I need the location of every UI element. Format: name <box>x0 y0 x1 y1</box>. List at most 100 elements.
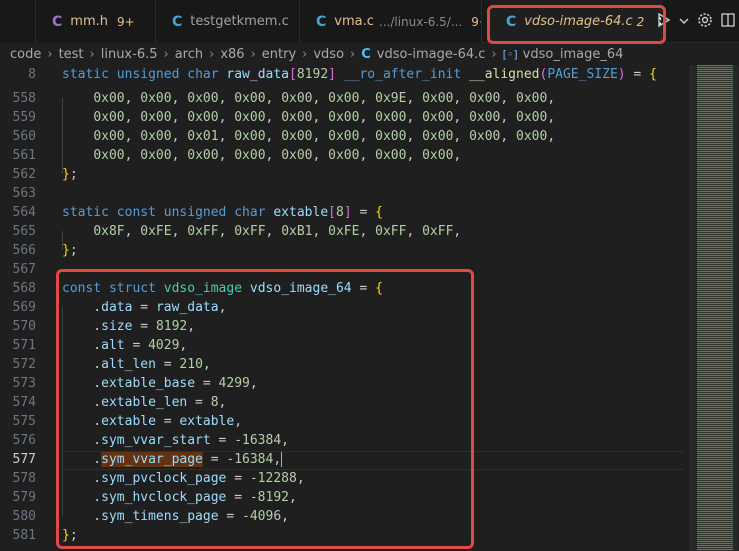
line-number: 565 <box>12 224 36 239</box>
code-line[interactable]: 564 static const unsigned char extable[8]… <box>0 203 686 222</box>
chevron-down-icon[interactable] <box>679 14 689 30</box>
c-file-icon: C <box>506 13 517 30</box>
code-line[interactable]: 580 .sym_timens_page = -4096, <box>0 507 686 526</box>
line-code: 0x00, 0x00, 0x00, 0x00, 0x00, 0x00, 0x00… <box>93 148 462 163</box>
line-code: }; <box>62 243 78 258</box>
breadcrumb-item[interactable]: code <box>10 47 41 62</box>
tab-testgetkmem-c[interactable]: C testgetkmem.c <box>156 0 300 43</box>
line-number: 573 <box>12 376 36 391</box>
symbol-variable-icon: [◦] <box>502 47 518 61</box>
line-number: 579 <box>12 490 36 505</box>
line-number: 567 <box>12 262 36 277</box>
code-line[interactable]: 579 .sym_hvclock_page = -8192, <box>0 488 686 507</box>
breadcrumb: code › test › linux-6.5 › arch › x86 › entry ›… <box>0 43 739 65</box>
split-editor-icon[interactable] <box>721 12 735 31</box>
tab-problem-badge: 9+ <box>116 14 135 29</box>
breadcrumb-item[interactable]: linux-6.5 <box>101 47 158 62</box>
tab-label: vma.c <box>334 14 374 29</box>
tab-overflow-left[interactable] <box>0 0 36 43</box>
editor-actions <box>657 0 739 43</box>
chevron-right-icon: › <box>163 46 169 62</box>
line-code: 0x00, 0x00, 0x01, 0x00, 0x00, 0x00, 0x00… <box>93 129 556 144</box>
breadcrumb-symbol[interactable]: vdso_image_64 <box>523 47 624 62</box>
line-code: }; <box>62 167 78 182</box>
code-line[interactable]: 574 .extable_len = 8, <box>0 393 686 412</box>
code-line[interactable]: 566}; <box>0 241 686 260</box>
line-code: 0x00, 0x00, 0x00, 0x00, 0x00, 0x00, 0x9E… <box>93 91 556 106</box>
tab-problem-badge: 9+ <box>471 14 481 29</box>
run-icon[interactable] <box>657 12 671 32</box>
breadcrumb-item[interactable]: entry <box>262 47 296 62</box>
minimap-slider[interactable] <box>691 65 738 551</box>
line-number: 569 <box>12 300 36 315</box>
gear-icon[interactable] <box>697 12 713 32</box>
breadcrumb-item[interactable]: arch <box>175 47 203 62</box>
c-file-icon: C <box>316 13 327 30</box>
c-file-icon: C <box>172 13 183 30</box>
breadcrumb-file[interactable]: vdso-image-64.c <box>377 47 486 62</box>
code-line[interactable]: 572 .alt_len = 210, <box>0 355 686 374</box>
line-number: 564 <box>12 205 36 220</box>
line-number: 562 <box>12 167 36 182</box>
line-code: .sym_vvar_page = -16384, <box>62 452 283 467</box>
line-code: 0x8F, 0xFE, 0xFF, 0xFF, 0xB1, 0xFE, 0xFF… <box>93 224 462 239</box>
code-line[interactable]: 8 static unsigned char raw_data[8192] __r… <box>0 65 686 84</box>
breadcrumb-item[interactable]: vdso <box>313 47 344 62</box>
tab-problem-badge: 2 <box>636 14 645 29</box>
line-code: const struct vdso_image vdso_image_64 = … <box>62 281 383 296</box>
line-number: 580 <box>12 509 36 524</box>
line-number: 576 <box>12 433 36 448</box>
code-line[interactable]: 560 0x00, 0x00, 0x01, 0x00, 0x00, 0x00, … <box>0 127 686 146</box>
line-number: 560 <box>12 129 36 144</box>
line-number: 571 <box>12 338 36 353</box>
c-header-file-icon: C <box>52 13 63 30</box>
line-code: .alt_len = 210, <box>62 357 211 372</box>
tab-vdso-image-64-c[interactable]: C vdso-image-64.c 2 ✕ <box>490 0 662 43</box>
line-code: }; <box>62 528 78 543</box>
line-number: 577 <box>12 452 36 467</box>
line-number: 8 <box>28 67 36 82</box>
line-code: .sym_vvar_start = -16384, <box>62 433 289 448</box>
code-line[interactable]: 570 .size = 8192, <box>0 317 686 336</box>
code-line[interactable]: 576 .sym_vvar_start = -16384, <box>0 431 686 450</box>
code-line[interactable]: 569 .data = raw_data, <box>0 298 686 317</box>
line-number: 568 <box>12 281 36 296</box>
line-number: 581 <box>12 528 36 543</box>
line-code: .sym_hvclock_page = -8192, <box>62 490 297 505</box>
code-editor[interactable]: 8 static unsigned char raw_data[8192] __r… <box>0 65 739 551</box>
code-line[interactable]: 565 0x8F, 0xFE, 0xFF, 0xFF, 0xB1, 0xFE, … <box>0 222 686 241</box>
tab-label: vdso-image-64.c <box>524 14 633 29</box>
line-number: 570 <box>12 319 36 334</box>
code-line[interactable]: 568 const struct vdso_image vdso_image_64… <box>0 279 686 298</box>
line-code: static unsigned char raw_data[8192] __ro… <box>62 67 657 82</box>
breadcrumb-item[interactable]: test <box>59 47 84 62</box>
code-line[interactable]: 563 <box>0 184 686 203</box>
line-code: .size = 8192, <box>62 319 196 334</box>
line-code: .extable = extable, <box>62 414 243 429</box>
code-line[interactable]: 558 0x00, 0x00, 0x00, 0x00, 0x00, 0x00, … <box>0 89 686 108</box>
code-line[interactable]: 567 <box>0 260 686 279</box>
line-code: .data = raw_data, <box>62 300 227 315</box>
code-line[interactable]: 562}; <box>0 165 686 184</box>
minimap[interactable] <box>690 65 739 551</box>
code-line[interactable]: 578 .sym_pvclock_page = -12288, <box>0 469 686 488</box>
code-line[interactable]: 571 .alt = 4029, <box>0 336 686 355</box>
code-line[interactable]: 561 0x00, 0x00, 0x00, 0x00, 0x00, 0x00, … <box>0 146 686 165</box>
tab-label: testgetkmem.c <box>190 14 289 29</box>
tab-label: mm.h <box>70 14 108 29</box>
line-number: 559 <box>12 110 36 125</box>
tab-vma-c[interactable]: C vma.c .../linux-6.5/... 9+ <box>300 0 482 43</box>
chevron-right-icon: › <box>302 46 308 62</box>
line-number: 566 <box>12 243 36 258</box>
code-line[interactable]: 575 .extable = extable, <box>0 412 686 431</box>
breadcrumb-item[interactable]: x86 <box>220 47 244 62</box>
line-code: .extable_base = 4299, <box>62 376 258 391</box>
line-number: 558 <box>12 91 36 106</box>
code-line[interactable]: 581}; <box>0 526 686 545</box>
code-line[interactable]: 573 .extable_base = 4299, <box>0 374 686 393</box>
tab-mm-h[interactable]: C mm.h 9+ <box>36 0 156 43</box>
code-line[interactable]: 577 .sym_vvar_page = -16384, <box>0 450 686 470</box>
line-number: 572 <box>12 357 36 372</box>
line-code: .extable_len = 8, <box>62 395 227 410</box>
code-line[interactable]: 559 0x00, 0x00, 0x00, 0x00, 0x00, 0x00, … <box>0 108 686 127</box>
